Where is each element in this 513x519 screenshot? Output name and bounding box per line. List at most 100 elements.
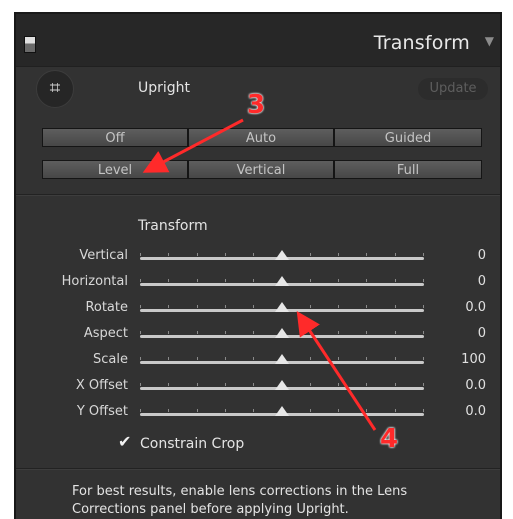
upright-off-button[interactable]: Off [42,128,188,147]
slider-tick [366,409,367,412]
slider-tick [310,305,311,308]
slider-thumb[interactable] [275,380,289,390]
slider-tick [140,331,141,334]
slider-thumb[interactable] [275,328,289,338]
slider-tick [366,279,367,282]
slider-tick [366,305,367,308]
slider-label: Y Offset [76,404,128,419]
upright-full-button[interactable]: Full [334,160,482,179]
slider-value[interactable]: 0 [436,274,486,289]
slider-label: Vertical [79,248,128,263]
slider-tick [197,305,198,308]
slider-tick [395,357,396,360]
slider-label: Horizontal [61,274,128,289]
slider-tick [395,253,396,256]
slider-tick [338,279,339,282]
slider-thumb[interactable] [275,406,289,416]
slider-tick [253,279,254,282]
slider-value[interactable]: 100 [436,352,486,367]
slider-tick [395,305,396,308]
slider-tick [225,409,226,412]
slider-track[interactable] [140,250,424,260]
slider-track[interactable] [140,406,424,416]
constrain-crop-label: Constrain Crop [140,436,245,452]
transform-panel: Transform ▼ ⌗ Upright Update Off Auto Gu… [14,12,502,519]
slider-value[interactable]: 0 [436,326,486,341]
slider-tick [197,279,198,282]
slider-tick [168,409,169,412]
slider-tick [366,383,367,386]
update-button[interactable]: Update [418,78,488,100]
slider-tick [423,331,424,334]
slider-label: X Offset [75,378,128,393]
slider-tick [225,331,226,334]
slider-tick [253,305,254,308]
slider-tick [168,305,169,308]
slider-tick [338,331,339,334]
slider-tick [225,253,226,256]
slider-tick [366,331,367,334]
slider-tick [310,331,311,334]
slider-tick [197,331,198,334]
slider-tick [253,253,254,256]
slider-tick [168,331,169,334]
slider-thumb[interactable] [275,250,289,260]
slider-track[interactable] [140,302,424,312]
slider-tick [310,279,311,282]
section-divider [16,468,500,470]
slider-tick [395,331,396,334]
slider-thumb[interactable] [275,276,289,286]
slider-tick [168,357,169,360]
panel-collapse-icon[interactable] [24,36,36,53]
crop-grid-icon[interactable]: ⌗ [36,70,74,108]
slider-tick [140,253,141,256]
slider-tick [253,383,254,386]
upright-auto-button[interactable]: Auto [188,128,334,147]
slider-tick [140,305,141,308]
slider-track[interactable] [140,328,424,338]
slider-tick [140,279,141,282]
lens-corrections-hint: For best results, enable lens correction… [72,483,472,519]
annotation-label-3: 3 [247,90,266,120]
slider-track[interactable] [140,354,424,364]
slider-value[interactable]: 0.0 [436,300,486,315]
slider-tick [423,383,424,386]
upright-guided-button[interactable]: Guided [334,128,482,147]
slider-tick [225,305,226,308]
slider-thumb[interactable] [275,302,289,312]
panel-header[interactable]: Transform ▼ [16,12,500,67]
annotation-label-4: 4 [380,424,399,454]
slider-tick [140,383,141,386]
slider-tick [338,357,339,360]
hint-line-1: For best results, enable lens correction… [72,484,408,499]
upright-level-button[interactable]: Level [42,160,188,179]
slider-tick [225,357,226,360]
slider-tick [310,357,311,360]
slider-tick [423,279,424,282]
constrain-crop-checkbox[interactable]: ✔ [118,434,132,450]
slider-tick [168,383,169,386]
triangle-down-icon[interactable]: ▼ [485,34,494,48]
slider-value[interactable]: 0.0 [436,404,486,419]
slider-track[interactable] [140,276,424,286]
slider-thumb[interactable] [275,354,289,364]
slider-value[interactable]: 0 [436,248,486,263]
slider-tick [395,279,396,282]
slider-value[interactable]: 0.0 [436,378,486,393]
slider-tick [253,409,254,412]
slider-tick [168,253,169,256]
hint-line-2: Corrections panel before applying Uprigh… [72,502,349,517]
slider-tick [197,409,198,412]
upright-vertical-button[interactable]: Vertical [188,160,334,179]
slider-tick [168,279,169,282]
slider-label: Rotate [85,300,128,315]
slider-tick [310,383,311,386]
transform-section-title: Transform [138,218,208,234]
slider-tick [395,383,396,386]
slider-tick [338,253,339,256]
slider-tick [253,357,254,360]
slider-tick [366,253,367,256]
slider-tick [140,409,141,412]
slider-track[interactable] [140,380,424,390]
section-divider [16,194,500,196]
